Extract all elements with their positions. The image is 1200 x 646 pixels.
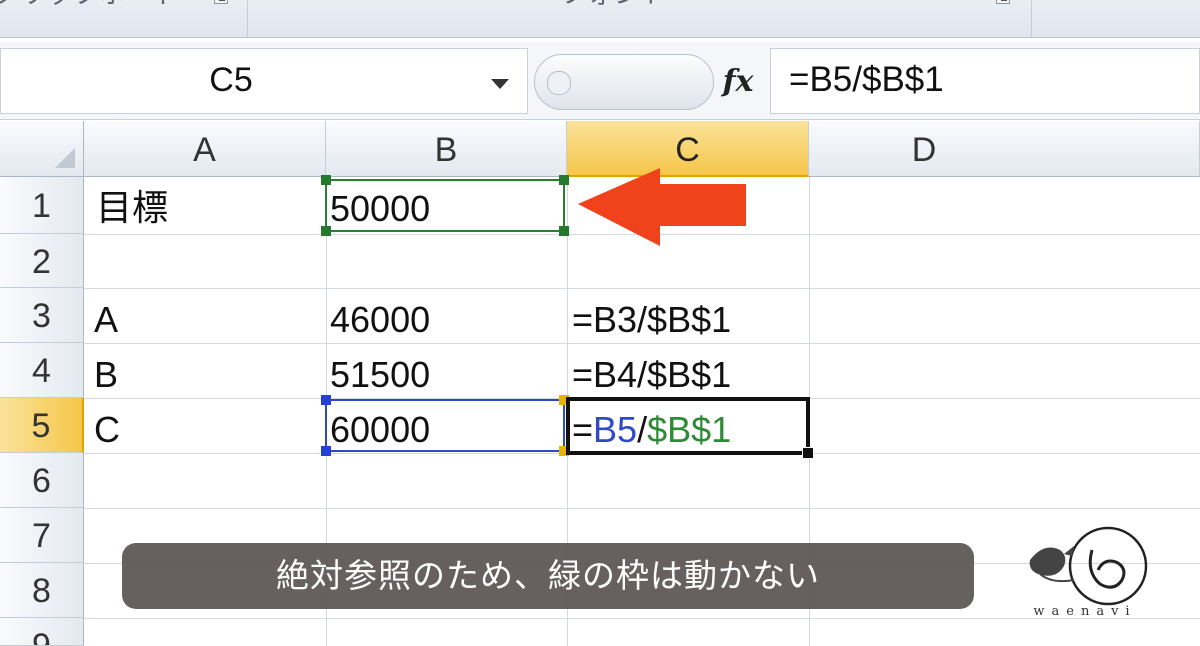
row-header-9[interactable]: 9 (0, 618, 84, 646)
ref-handle[interactable] (321, 395, 331, 405)
row-header-8[interactable]: 8 (0, 563, 84, 618)
font-group: フォント (248, 0, 1032, 38)
select-all-button[interactable] (0, 121, 84, 177)
ref-handle[interactable] (559, 175, 569, 185)
name-box[interactable]: C5 (0, 48, 528, 114)
red-arrow-icon (578, 168, 746, 246)
row-header-7[interactable]: 7 (0, 508, 84, 563)
logo-text: waenavi (1033, 604, 1137, 619)
gridline (84, 288, 1200, 289)
ref-handle[interactable] (559, 226, 569, 236)
column-header-d[interactable]: D (809, 121, 1200, 177)
row-header-2[interactable]: 2 (0, 234, 84, 288)
row-header-6[interactable]: 6 (0, 453, 84, 508)
caption-text: 絶対参照のため、緑の枠は動かない (276, 556, 820, 595)
active-cell-border (566, 397, 814, 459)
caption-box: 絶対参照のため、緑の枠は動かない (122, 543, 974, 609)
absolute-reference-box (321, 175, 569, 236)
cell-a4[interactable]: B (94, 357, 118, 393)
font-group-label: フォント (560, 0, 668, 11)
column-header-b[interactable]: B (326, 121, 567, 177)
relative-reference-box (321, 395, 569, 456)
formula-bar-splitter[interactable] (534, 54, 714, 110)
cell-b3[interactable]: 46000 (330, 302, 430, 338)
formula-input[interactable]: =B5/$B$1 (770, 48, 1200, 114)
clipboard-launcher-icon[interactable] (214, 0, 228, 4)
insert-function-button[interactable]: fx (712, 54, 764, 110)
cell-a3[interactable]: A (94, 302, 118, 338)
ref-handle[interactable] (321, 226, 331, 236)
row-header-5[interactable]: 5 (0, 398, 84, 453)
ref-handle[interactable] (321, 175, 331, 185)
row-header-1[interactable]: 1 (0, 177, 84, 234)
cell-a1[interactable]: 目標 (96, 191, 168, 227)
formula-text: =B5/$B$1 (789, 60, 944, 99)
row-header-3[interactable]: 3 (0, 288, 84, 343)
clipboard-group-label: クリップボード (0, 0, 181, 11)
gridline (84, 508, 1200, 509)
cell-c3[interactable]: =B3/$B$1 (572, 302, 731, 338)
font-launcher-icon[interactable] (996, 0, 1010, 4)
cell-a5[interactable]: C (94, 412, 120, 448)
row-header-4[interactable]: 4 (0, 343, 84, 398)
gridline (84, 343, 1200, 344)
formula-bar: C5 fx =B5/$B$1 (0, 42, 1200, 120)
ref-handle[interactable] (321, 446, 331, 456)
clipboard-group: クリップボード (0, 0, 248, 38)
ribbon: クリップボード フォント (0, 0, 1200, 38)
name-box-dropdown-icon[interactable] (491, 79, 509, 89)
name-box-value: C5 (209, 61, 253, 99)
cell-c4[interactable]: =B4/$B$1 (572, 357, 731, 393)
column-header-a[interactable]: A (84, 121, 326, 177)
cell-b4[interactable]: 51500 (330, 357, 430, 393)
fill-handle[interactable] (802, 447, 814, 459)
